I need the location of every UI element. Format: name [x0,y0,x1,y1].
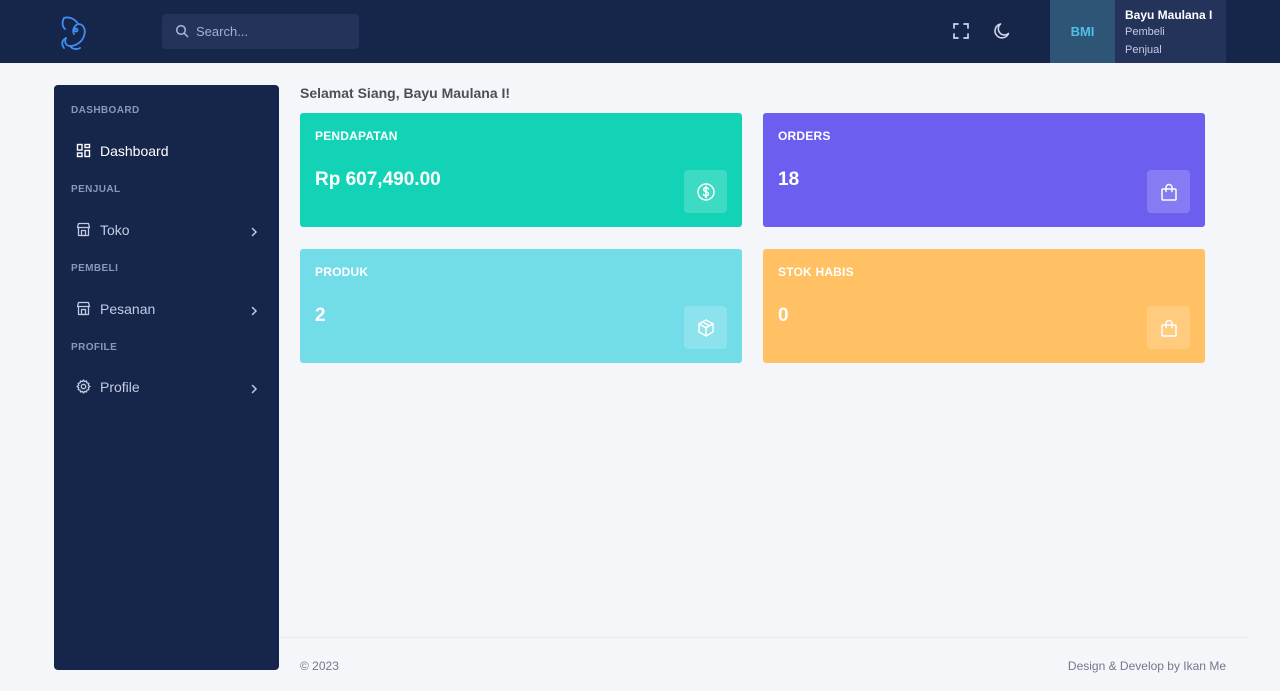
dollar-circle-icon [684,170,727,213]
sidebar-item-label: Toko [100,222,130,238]
stat-card-produk: PRODUK 2 [300,249,742,363]
shopping-bag-icon [1147,170,1190,213]
avatar: BMI [1050,0,1115,63]
footer-copyright: © 2023 [300,659,339,673]
stat-card-stok-habis: STOK HABIS 0 [763,249,1205,363]
stat-card-value: 0 [778,305,789,326]
dashboard-grid-icon [76,143,91,158]
stat-card-pendapatan: PENDAPATAN Rp 607,490.00 [300,113,742,227]
package-icon [684,306,727,349]
sidebar-item-label: Pesanan [100,301,156,317]
menu-section-title: DASHBOARD [71,105,140,116]
sidebar-item-label: Profile [100,379,140,395]
footer-divider [280,637,1248,638]
stat-card-orders: ORDERS 18 [763,113,1205,227]
page-greeting: Selamat Siang, Bayu Maulana I! [300,85,511,101]
stat-card-value: 18 [778,169,800,190]
gear-icon [76,379,91,394]
search-icon [175,24,189,38]
menu-section-title: PROFILE [71,342,118,353]
shopping-bag-icon [1147,306,1190,349]
store-icon [76,301,91,316]
user-role: Pembeli [1125,26,1165,38]
stat-card-label: STOK HABIS [778,265,854,279]
user-name: Bayu Maulana I [1125,8,1213,22]
fullscreen-icon[interactable] [949,18,973,44]
moon-icon[interactable] [990,18,1014,44]
sidebar-item-toko[interactable]: Toko [54,212,279,248]
menu-section-title: PENJUAL [71,184,121,195]
sidebar-item-pesanan[interactable]: Pesanan [54,291,279,327]
menu-section-title: PEMBELI [71,263,119,274]
chevron-right-icon [249,303,259,316]
sidebar-item-dashboard[interactable]: Dashboard [54,133,279,169]
store-icon [76,222,91,237]
stat-card-value: Rp 607,490.00 [315,169,441,190]
stat-card-label: PRODUK [315,265,369,279]
search-box [162,14,359,49]
fish-logo-icon[interactable] [56,12,92,52]
chevron-right-icon [249,381,259,394]
sidebar-item-profile[interactable]: Profile [54,369,279,405]
sidebar-item-label: Dashboard [100,143,169,159]
user-menu[interactable]: BMI Bayu Maulana I Pembeli Penjual [1050,0,1226,63]
search-input[interactable] [196,14,351,49]
sidebar: DASHBOARD Dashboard PENJUAL Toko PEMBELI… [54,85,279,670]
user-role: Penjual [1125,44,1162,56]
stat-card-label: ORDERS [778,129,831,143]
topbar: BMI Bayu Maulana I Pembeli Penjual [0,0,1280,63]
stat-card-label: PENDAPATAN [315,129,398,143]
chevron-right-icon [249,224,259,237]
footer-credit: Design & Develop by Ikan Me [1067,659,1226,673]
stat-card-value: 2 [315,305,326,326]
